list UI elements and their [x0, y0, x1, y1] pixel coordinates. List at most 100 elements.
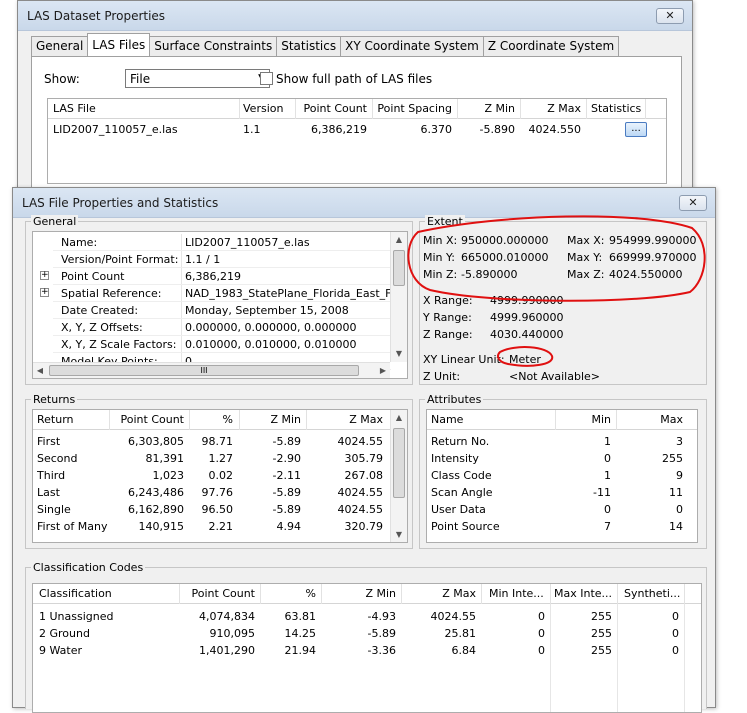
close-button[interactable]: ✕ — [679, 195, 707, 211]
tab-z-coordinate-system[interactable]: Z Coordinate System — [482, 36, 620, 56]
expand-plus-icon[interactable]: + — [40, 288, 49, 297]
table-row[interactable]: Second 81,391 1.27 -2.90 305.79 — [33, 450, 391, 467]
tab-xy-coordinate-system[interactable]: XY Coordinate System — [340, 36, 484, 56]
property-row[interactable]: + Spatial Reference: NAD_1983_StatePlane_F… — [33, 285, 391, 302]
col-max-intensity[interactable]: Max Inte... — [554, 587, 616, 602]
extent-title: Extent — [425, 215, 465, 228]
table-row[interactable]: First 6,303,805 98.71 -5.89 4024.55 — [33, 433, 391, 450]
attributes-group: Attributes Name Min Max Return No. 1 3 Inte… — [419, 393, 707, 549]
col-z-min[interactable]: Z Min — [321, 587, 396, 602]
max-z-value: 4024.550000 — [609, 268, 683, 281]
table-cell: -2.11 — [272, 469, 301, 482]
col-z-max[interactable]: Z Max — [522, 102, 581, 117]
close-button[interactable]: ✕ — [656, 8, 684, 24]
general-vertical-scrollbar[interactable]: ▲ ▼ — [390, 232, 407, 362]
col-classification[interactable]: Classification — [39, 587, 112, 602]
col-las-file[interactable]: LAS File — [53, 102, 96, 117]
table-row[interactable]: Intensity 0 255 — [427, 450, 697, 467]
property-row[interactable]: Date Created: Monday, September 15, 2008 — [33, 302, 391, 319]
table-cell: Class Code — [431, 469, 492, 482]
col-percent[interactable]: % — [189, 413, 233, 428]
table-row[interactable]: Point Source 7 14 — [427, 518, 697, 535]
table-row[interactable]: 1 Unassigned 4,074,834 63.81 -4.93 4024.55 0 2… — [33, 608, 693, 625]
col-name[interactable]: Name — [431, 413, 463, 428]
table-cell: 2 Ground — [39, 627, 90, 640]
col-version[interactable]: Version — [243, 102, 303, 117]
general-horizontal-scrollbar[interactable]: ◀ III ▶ — [33, 362, 390, 378]
scroll-down-icon[interactable]: ▼ — [391, 527, 407, 542]
property-label: Spatial Reference: — [61, 287, 162, 300]
scroll-down-icon[interactable]: ▼ — [391, 346, 407, 362]
las-files-panel: Show: File ▼ Show full path of LAS files… — [31, 56, 682, 191]
col-min[interactable]: Min — [555, 413, 611, 428]
property-row[interactable]: + Point Count 6,386,219 — [33, 268, 391, 285]
table-header: LAS File Version Point Count Point Spaci… — [48, 99, 666, 119]
col-z-min[interactable]: Z Min — [239, 413, 301, 428]
col-point-spacing[interactable]: Point Spacing — [374, 102, 452, 117]
y-range-value: 4999.960000 — [490, 311, 564, 324]
statistics-button[interactable]: ... — [625, 122, 647, 137]
scroll-thumb[interactable]: III — [49, 365, 359, 376]
min-x-label: Min X: — [423, 234, 458, 247]
col-statistics[interactable]: Statistics — [591, 102, 641, 117]
col-min-intensity[interactable]: Min Inte... — [489, 587, 551, 602]
table-cell: 0.02 — [208, 469, 234, 482]
table-row[interactable]: Class Code 1 9 — [427, 467, 697, 484]
property-row[interactable]: X, Y, Z Offsets: 0.000000, 0.000000, 0.00… — [33, 319, 391, 336]
col-z-min[interactable]: Z Min — [459, 102, 515, 117]
full-path-checkbox[interactable] — [260, 72, 273, 85]
property-row[interactable]: X, Y, Z Scale Factors: 0.010000, 0.010000… — [33, 336, 391, 353]
z-unit-label: Z Unit: — [423, 370, 461, 383]
table-row[interactable]: 9 Water 1,401,290 21.94 -3.36 6.84 0 255 0 — [33, 642, 693, 659]
cell-point-count: 6,386,219 — [311, 123, 367, 136]
property-label: Version/Point Format: — [61, 253, 179, 266]
tab-general[interactable]: General — [31, 36, 89, 56]
table-cell: 6.84 — [451, 644, 477, 657]
tab-statistics[interactable]: Statistics — [276, 36, 342, 56]
expand-plus-icon[interactable]: + — [40, 271, 49, 280]
col-return[interactable]: Return — [37, 413, 74, 428]
col-max[interactable]: Max — [616, 413, 683, 428]
col-z-max[interactable]: Z Max — [401, 587, 476, 602]
x-range-label: X Range: — [423, 294, 473, 307]
table-row[interactable]: LID2007_110057_e.las 1.1 6,386,219 6.370… — [48, 121, 648, 139]
tab-las-files[interactable]: LAS Files — [87, 33, 151, 56]
table-row[interactable]: 2 Ground 910,095 14.25 -5.89 25.81 0 255 0 — [33, 625, 693, 642]
table-row[interactable]: Scan Angle -11 11 — [427, 484, 697, 501]
returns-vertical-scrollbar[interactable]: ▲ ▼ — [390, 410, 407, 542]
table-row[interactable]: Return No. 1 3 — [427, 433, 697, 450]
col-point-count[interactable]: Point Count — [179, 587, 255, 602]
scroll-left-icon[interactable]: ◀ — [33, 363, 47, 378]
xy-linear-unit-value: Meter — [509, 353, 541, 366]
table-cell: 3 — [676, 435, 683, 448]
tab-surface-constraints[interactable]: Surface Constraints — [149, 36, 278, 56]
table-cell: 21.94 — [284, 644, 317, 657]
cell-z-min: -5.890 — [479, 123, 515, 136]
col-synthetic[interactable]: Syntheti... — [624, 587, 686, 602]
scroll-thumb[interactable] — [393, 428, 405, 498]
table-row[interactable]: Single 6,162,890 96.50 -5.89 4024.55 — [33, 501, 391, 518]
table-cell: First of Many — [37, 520, 108, 533]
property-row[interactable]: Name: LID2007_110057_e.las — [33, 234, 391, 251]
table-row[interactable]: Third 1,023 0.02 -2.11 267.08 — [33, 467, 391, 484]
scroll-right-icon[interactable]: ▶ — [376, 363, 390, 378]
table-row[interactable]: Last 6,243,486 97.76 -5.89 4024.55 — [33, 484, 391, 501]
table-row[interactable]: First of Many 140,915 2.21 4.94 320.79 — [33, 518, 391, 535]
cell-point-spacing: 6.370 — [420, 123, 453, 136]
table-cell: Single — [37, 503, 71, 516]
scroll-up-icon[interactable]: ▲ — [391, 232, 407, 248]
col-z-max[interactable]: Z Max — [306, 413, 383, 428]
table-cell: 0 — [676, 503, 683, 516]
table-row[interactable]: User Data 0 0 — [427, 501, 697, 518]
col-percent[interactable]: % — [260, 587, 316, 602]
table-cell: 1.27 — [208, 452, 234, 465]
property-row[interactable]: Version/Point Format: 1.1 / 1 — [33, 251, 391, 268]
table-cell: 0 — [604, 452, 611, 465]
tab-strip: General LAS Files Surface Constraints St… — [31, 33, 620, 56]
show-dropdown[interactable]: File ▼ — [125, 69, 270, 88]
classification-group: Classification Codes Classification Poin… — [25, 561, 707, 713]
col-point-count[interactable]: Point Count — [298, 102, 367, 117]
col-point-count[interactable]: Point Count — [109, 413, 184, 428]
scroll-thumb[interactable] — [393, 250, 405, 286]
scroll-up-icon[interactable]: ▲ — [391, 410, 407, 426]
